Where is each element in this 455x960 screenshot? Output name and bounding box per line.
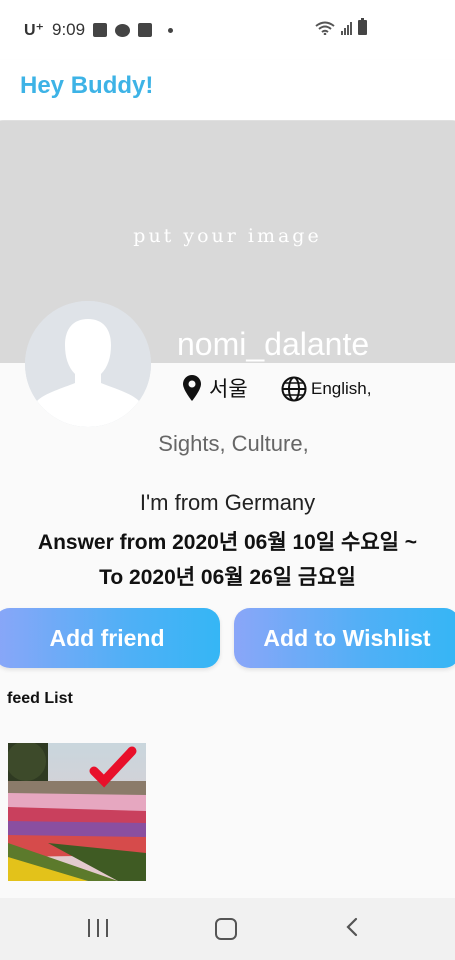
language-text: English,: [311, 379, 372, 398]
add-to-wishlist-button[interactable]: Add to Wishlist: [234, 608, 455, 668]
location-text: 서울: [209, 378, 248, 401]
dot-icon: [168, 27, 174, 33]
feed-item[interactable]: [8, 743, 146, 881]
recent-apps-icon[interactable]: [88, 919, 108, 937]
avatar[interactable]: [25, 301, 151, 427]
home-icon[interactable]: [215, 918, 237, 940]
signal-icon: [341, 21, 352, 35]
username: nomi_dalante: [177, 326, 370, 362]
interests-text: Sights, Culture,: [158, 431, 309, 456]
default-user-icon: [25, 301, 151, 427]
twitch-icon: [138, 23, 153, 37]
app-title: Hey Buddy!: [20, 72, 154, 99]
cover-placeholder-text: put your image: [133, 225, 322, 247]
add-friend-button[interactable]: Add friend: [0, 608, 220, 668]
globe-icon: [281, 376, 307, 402]
flower-field-photo: [8, 743, 146, 881]
gallery-icon: [93, 23, 108, 37]
feed-list-label: feed List: [7, 690, 73, 707]
system-nav-bar: [0, 898, 455, 960]
location-pin-icon: [183, 375, 201, 401]
answer-to-text: To 2020년 06월 26일 금요일: [99, 566, 356, 589]
app-bar: Hey Buddy!: [0, 60, 455, 120]
status-bar: U⁺ 9:09: [0, 0, 455, 60]
origin-text: I'm from Germany: [139, 490, 316, 515]
wifi-icon: [315, 21, 335, 35]
answer-from-text: Answer from 2020년 06월 10일 수요일 ~: [37, 531, 418, 554]
battery-icon: [358, 18, 367, 35]
talk-icon: [115, 23, 131, 37]
back-icon[interactable]: [342, 916, 362, 938]
clock: 9:09: [52, 20, 86, 39]
carrier-label: U⁺: [24, 22, 44, 39]
